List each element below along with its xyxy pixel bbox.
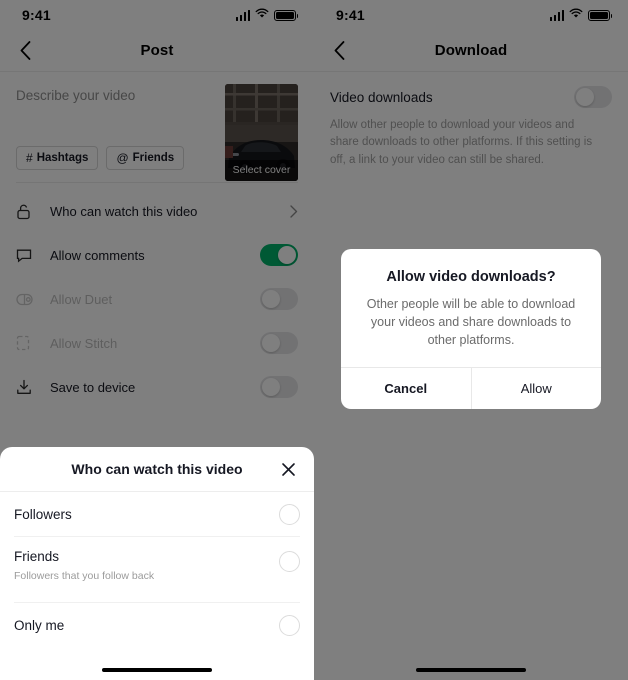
- back-button[interactable]: [10, 36, 40, 66]
- option-row-followers[interactable]: Followers: [0, 492, 314, 536]
- home-indicator: [102, 668, 212, 672]
- option-subtitle: Followers that you follow back: [14, 570, 155, 582]
- setting-row-allow-comments[interactable]: Allow comments: [0, 233, 314, 277]
- option-texts: Followers: [14, 507, 279, 522]
- status-bar: 9:41: [0, 0, 314, 30]
- unlock-icon: [16, 203, 38, 220]
- chevron-left-icon: [20, 41, 30, 60]
- back-button[interactable]: [324, 36, 354, 66]
- allow-stitch-toggle[interactable]: [260, 332, 298, 354]
- dialog-body: Allow video downloads? Other people will…: [341, 249, 601, 367]
- select-cover-label: Select cover: [225, 160, 298, 181]
- option-row-only-me[interactable]: Only me: [0, 603, 314, 647]
- friends-chip[interactable]: @ Friends: [106, 146, 185, 170]
- option-texts: Only me: [14, 618, 279, 633]
- left-phone-screen: 9:41 Post Describe your video # Hashtags: [0, 0, 314, 680]
- setting-label: Allow Stitch: [50, 335, 118, 351]
- hashtag-icon: #: [26, 151, 33, 165]
- dual-screen-stage: 9:41 Post Describe your video # Hashtags: [0, 0, 628, 680]
- friends-chip-label: Friends: [132, 152, 175, 164]
- duet-icon: [16, 293, 38, 306]
- at-mention-icon: @: [116, 151, 129, 165]
- hashtags-chip[interactable]: # Hashtags: [16, 146, 99, 170]
- status-bar: 9:41: [314, 0, 628, 30]
- video-downloads-row[interactable]: Video downloads: [330, 86, 612, 108]
- setting-label: Allow comments: [50, 247, 145, 263]
- setting-label: Who can watch this video: [50, 203, 198, 219]
- radio-only-me[interactable]: [279, 614, 300, 636]
- select-cover-thumbnail[interactable]: Select cover: [225, 84, 298, 181]
- page-title: Download: [434, 42, 508, 59]
- signal-bars-icon: [235, 9, 250, 21]
- dialog-title: Allow video downloads?: [386, 268, 556, 285]
- option-label: Followers: [14, 506, 72, 522]
- status-icons: [549, 6, 612, 24]
- setting-row-save-to-device[interactable]: Save to device: [0, 365, 314, 409]
- sheet-header: Who can watch this video: [0, 447, 314, 492]
- stitch-icon: [16, 335, 38, 351]
- setting-row-allow-duet[interactable]: Allow Duet: [0, 277, 314, 321]
- download-icon: [16, 379, 38, 395]
- wifi-icon: [569, 6, 583, 24]
- setting-label: Save to device: [50, 379, 136, 395]
- nav-bar: Download: [314, 30, 628, 72]
- right-phone-screen: 9:41 Download Video downloads Allow othe…: [314, 0, 628, 680]
- chevron-right-icon[interactable]: [290, 204, 298, 218]
- hashtags-chip-label: Hashtags: [36, 152, 89, 164]
- compose-chips: # Hashtags @ Friends: [16, 146, 185, 170]
- video-downloads-description: Allow other people to download your vide…: [330, 119, 593, 166]
- setting-row-allow-stitch[interactable]: Allow Stitch: [0, 321, 314, 365]
- sheet-title: Who can watch this video: [71, 461, 243, 477]
- comment-bubble-icon: [16, 248, 38, 263]
- close-icon: [281, 462, 295, 476]
- dialog-actions: Cancel Allow: [341, 367, 602, 410]
- option-texts: Friends Followers that you follow back: [14, 549, 279, 582]
- cancel-button[interactable]: Cancel: [341, 368, 471, 409]
- setting-row-who-can-watch[interactable]: Who can watch this video: [0, 189, 314, 233]
- nav-bar: Post: [0, 30, 314, 72]
- page-title: Post: [140, 42, 174, 59]
- allow-button[interactable]: Allow: [470, 368, 602, 410]
- radio-friends[interactable]: [279, 551, 300, 572]
- battery-full-icon: [274, 9, 298, 21]
- settings-list: Who can watch this video Allow comments …: [0, 183, 314, 409]
- wifi-icon: [255, 6, 269, 24]
- allow-duet-toggle[interactable]: [260, 288, 298, 310]
- signal-bars-icon: [549, 9, 564, 21]
- chevron-left-icon: [334, 41, 344, 60]
- video-downloads-section: Video downloads Allow other people to do…: [314, 72, 628, 169]
- option-label: Only me: [14, 617, 65, 633]
- compose-area: Describe your video # Hashtags @ Friends: [0, 72, 314, 182]
- home-indicator: [416, 668, 526, 672]
- allow-comments-toggle[interactable]: [260, 244, 298, 266]
- close-button[interactable]: [276, 457, 300, 481]
- option-label: Friends: [14, 549, 60, 564]
- setting-label: Allow Duet: [50, 291, 113, 307]
- option-row-friends[interactable]: Friends Followers that you follow back: [0, 537, 314, 602]
- battery-full-icon: [588, 9, 612, 21]
- video-downloads-toggle[interactable]: [574, 86, 612, 108]
- who-can-watch-sheet: Who can watch this video Followers Frien…: [0, 447, 314, 680]
- save-to-device-toggle[interactable]: [260, 376, 298, 398]
- radio-followers[interactable]: [279, 503, 300, 525]
- video-downloads-label: Video downloads: [330, 89, 433, 105]
- status-icons: [235, 6, 298, 24]
- status-time: 9:41: [336, 7, 365, 23]
- dialog-message: Other people will be able to download yo…: [366, 296, 576, 348]
- allow-downloads-dialog: Allow video downloads? Other people will…: [341, 248, 602, 410]
- status-time: 9:41: [22, 7, 51, 23]
